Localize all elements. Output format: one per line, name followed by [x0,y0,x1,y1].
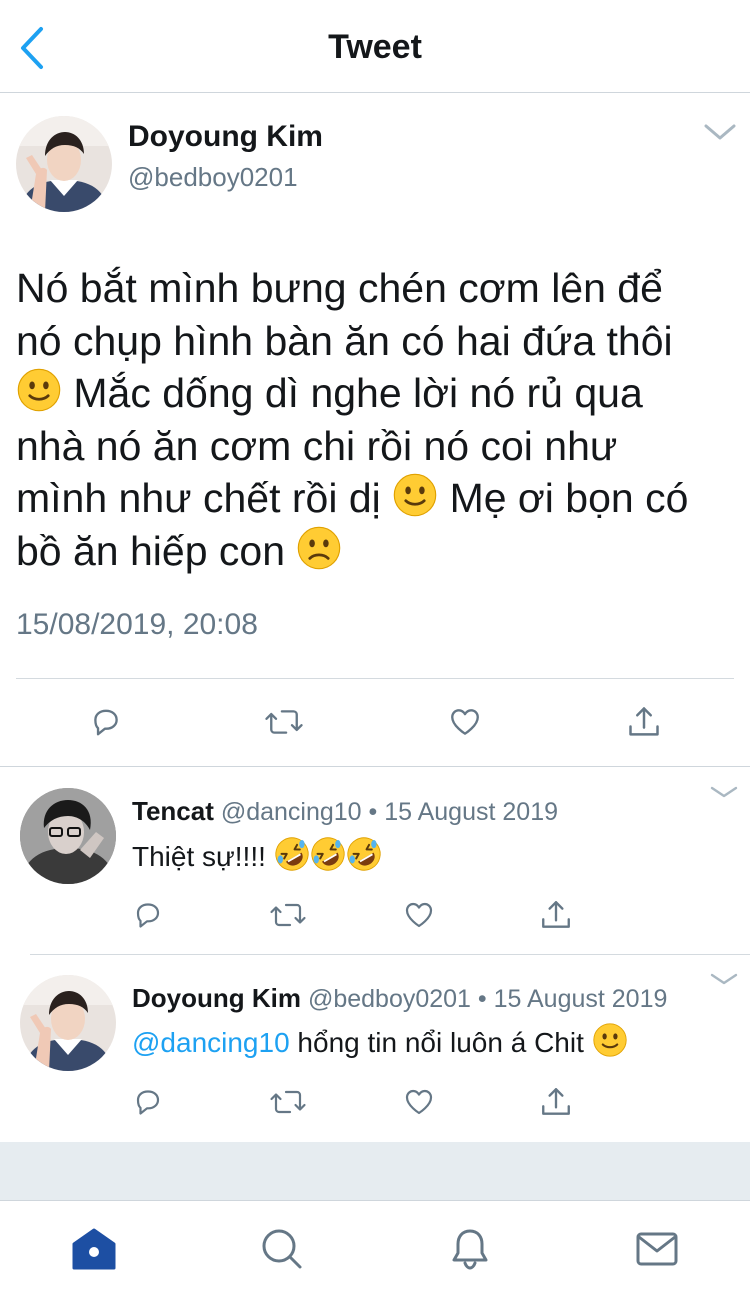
reply-header: Doyoung Kim @bedboy0201 • 15 August 2019 [132,983,667,1014]
rofl-emoji-icon [310,836,346,872]
retweet-button[interactable] [262,700,306,744]
reply-retweet-button[interactable] [266,1080,310,1124]
author-name[interactable]: Doyoung Kim [128,120,323,154]
share-icon [539,898,573,932]
reply-meta: @dancing10 • 15 August 2019 [220,798,558,826]
top-navigation-bar: Tweet [0,0,750,93]
tweet-line: mình như chết rồi dị [16,475,381,521]
tab-search[interactable] [252,1219,312,1279]
mention-link[interactable]: @dancing10 [132,1027,290,1058]
reply-share-button[interactable] [534,1080,578,1124]
reply-avatar[interactable] [20,975,116,1071]
rofl-emoji-icon [274,836,310,872]
reply-icon [132,1086,164,1118]
rofl-emoji-icon [346,836,382,872]
tweet-line: nhà nó ăn cơm chi rồi nó coi như [16,422,618,469]
tweet-options-button[interactable] [700,112,740,152]
tweet-body: Nó bắt mình bưng chén cơm lên để nó chụp… [16,262,726,577]
timeline-footer-spacer [0,1142,750,1200]
retweet-icon [269,899,307,931]
reply-reply-button[interactable] [126,893,170,937]
frowning-face-icon [296,525,342,571]
tweet-line: Mẹ ơi bọn có [449,475,689,521]
reply-author-name[interactable]: Tencat [132,796,214,826]
reply-like-button[interactable] [397,1080,441,1124]
reply-icon [132,899,164,931]
slightly-smiling-face-icon [392,472,438,518]
reply-text: hổng tin nổi luôn á Chit [289,1027,584,1058]
retweet-icon [264,705,304,739]
tweet-line: nó chụp hình bàn ăn có hai đứa thôi [16,317,673,364]
reply-body: @dancing10 hổng tin nổi luôn á Chit [132,1022,628,1059]
tab-home[interactable] [64,1219,124,1279]
bottom-tab-bar [0,1200,750,1297]
like-button[interactable] [443,700,487,744]
chevron-down-icon [710,973,738,985]
divider [16,678,734,679]
heart-icon [448,705,482,739]
reply-options-button[interactable] [708,967,740,991]
mail-icon [636,1232,678,1266]
reply-reply-button[interactable] [126,1080,170,1124]
tweet-line: Mắc dống dì nghe lời nó rủ qua [73,370,643,416]
chevron-down-icon [710,786,738,798]
bell-icon [452,1229,488,1270]
slightly-smiling-face-icon [592,1022,628,1058]
share-button[interactable] [622,700,666,744]
tab-messages[interactable] [627,1219,687,1279]
author-avatar[interactable] [16,116,112,212]
reply-like-button[interactable] [397,893,441,937]
reply-avatar[interactable] [20,788,116,884]
divider [0,766,750,767]
tweet-timestamp: 15/08/2019, 20:08 [16,608,258,641]
home-icon [72,1228,116,1270]
tab-notifications[interactable] [440,1219,500,1279]
retweet-icon [269,1086,307,1118]
slightly-smiling-face-icon [16,367,62,413]
reply-meta: @bedboy0201 • 15 August 2019 [307,985,668,1013]
share-icon [626,704,662,740]
reply-retweet-button[interactable] [266,893,310,937]
reply-button[interactable] [84,700,128,744]
tweet-line: bồ ăn hiếp con [16,527,286,574]
chevron-down-icon [704,124,736,140]
tweet-line: Nó bắt mình bưng chén cơm lên để [16,265,663,311]
divider [30,954,750,955]
reply-options-button[interactable] [708,780,740,804]
heart-icon [403,1086,435,1118]
share-icon [539,1085,573,1119]
author-handle[interactable]: @bedboy0201 [128,162,298,193]
reply-author-name[interactable]: Doyoung Kim [132,983,301,1013]
page-title: Tweet [328,28,422,66]
reply-body: Thiệt sự!!!! [132,836,382,873]
reply-text: Thiệt sự!!!! [132,841,266,872]
reply-header: Tencat @dancing10 • 15 August 2019 [132,796,558,827]
reply-icon [89,705,123,739]
search-icon [262,1229,302,1269]
reply-share-button[interactable] [534,893,578,937]
heart-icon [403,899,435,931]
